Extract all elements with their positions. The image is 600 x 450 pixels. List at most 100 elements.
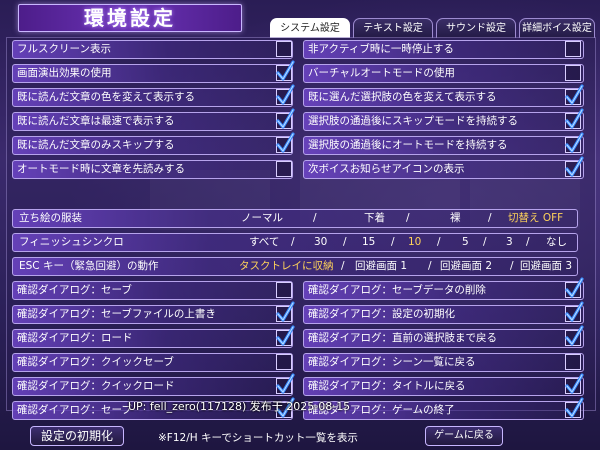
system-option-row[interactable]: フルスクリーン表示 [12,40,293,59]
confirm-option-label: 確認ダイアログ：ロード [17,332,133,344]
system-option-label: 非アクティブ時に一時停止する [308,43,454,55]
return-to-game-button[interactable]: ゲームに戻る [425,426,503,446]
system-option-checkbox[interactable] [276,60,295,81]
confirm-option-label: 確認ダイアログ：シーン一覧に戻る [308,356,476,368]
confirm-option-label: 確認ダイアログ：セーブ [17,284,132,296]
costume-option-nude[interactable]: 裸 [450,210,461,227]
watermark-text: UP: fell_zero(117128) 发布于 2025-08-15 [128,400,351,413]
system-option-row[interactable]: 選択肢の通過後にオートモードを持続する [303,136,584,155]
confirm-option-checkbox[interactable] [565,325,584,346]
confirm-option-row[interactable]: 確認ダイアログ：直前の選択肢まで戻る [303,329,584,348]
system-option-checkbox[interactable] [565,132,584,153]
confirm-option-checkbox[interactable] [276,301,295,322]
system-option-row[interactable]: バーチャルオートモードの使用 [303,64,584,83]
system-option-label: 既に読んだ文章のみスキップする [17,139,175,151]
sync-option-5[interactable]: 5 [462,234,469,251]
confirm-option-checkbox[interactable] [565,354,581,370]
separator: / [526,236,530,248]
system-option-checkbox[interactable] [565,156,584,177]
system-option-row[interactable]: 既に読んだ文章の色を変えて表示する [12,88,293,107]
system-option-label: 選択肢の通過後にスキップモードを持続する [308,115,518,127]
system-option-row[interactable]: 非アクティブ時に一時停止する [303,40,584,59]
confirm-option-row[interactable]: 確認ダイアログ：セーブファイルの上書き [12,305,293,324]
confirm-option-row[interactable]: 確認ダイアログ：シーン一覧に戻る [303,353,584,372]
costume-label: 立ち絵の服装 [19,212,82,224]
esc-option-screen-1[interactable]: 回避画面 1 [355,258,407,275]
confirm-option-label: 確認ダイアログ：直前の選択肢まで戻る [308,332,497,344]
system-option-label: 次ボイスお知らせアイコンの表示 [308,163,465,175]
costume-option-off[interactable]: 切替え OFF [508,210,563,227]
confirm-option-checkbox[interactable] [565,277,584,298]
costume-option-normal[interactable]: ノーマル [241,210,283,227]
finish-sync-label: フィニッシュシンクロ [19,236,124,248]
page-title: 環境設定 [84,6,176,30]
confirm-option-label: 確認ダイアログ：セーブ [17,404,132,416]
confirm-option-row[interactable]: 確認ダイアログ：クイックセーブ [12,353,293,372]
separator: / [428,260,432,272]
confirm-option-label: 確認ダイアログ：クイックセーブ [17,356,174,368]
tab-voice[interactable]: 詳細ボイス設定 [519,18,595,38]
confirm-option-checkbox[interactable] [565,301,584,322]
esc-option-tray[interactable]: タスクトレイに収納 [239,258,334,275]
tab-sound[interactable]: サウンド設定 [436,18,516,38]
separator: / [313,212,317,224]
confirm-option-row[interactable]: 確認ダイアログ：セーブデータの削除 [303,281,584,300]
system-option-row[interactable]: 既に選んだ選択肢の色を変えて表示する [303,88,584,107]
system-option-row[interactable]: 既に読んだ文章は最速で表示する [12,112,293,131]
separator: / [291,236,295,248]
sync-option-30[interactable]: 30 [314,234,327,251]
confirm-option-checkbox[interactable] [276,282,292,298]
esc-row: ESC キー（緊急回避）の動作 タスクトレイに収納 / 回避画面 1 / 回避画… [12,257,578,276]
system-option-label: 既に読んだ文章は最速で表示する [17,115,175,127]
separator: / [483,236,487,248]
system-option-checkbox[interactable] [565,108,584,129]
system-option-checkbox[interactable] [565,65,581,81]
esc-label: ESC キー（緊急回避）の動作 [19,260,159,272]
separator: / [510,260,514,272]
sync-option-none[interactable]: なし [546,234,567,251]
confirm-option-row[interactable]: 確認ダイアログ：セーブ [12,281,293,300]
system-option-label: 既に読んだ文章の色を変えて表示する [17,91,195,103]
system-option-row[interactable]: 既に読んだ文章のみスキップする [12,136,293,155]
system-option-checkbox[interactable] [276,41,292,57]
confirm-option-row[interactable]: 確認ダイアログ：タイトルに戻る [303,377,584,396]
esc-option-screen-2[interactable]: 回避画面 2 [440,258,492,275]
costume-option-underwear[interactable]: 下着 [364,210,385,227]
system-option-checkbox[interactable] [276,84,295,105]
confirm-option-checkbox[interactable] [276,325,295,346]
separator: / [488,212,492,224]
sync-option-all[interactable]: すべて [249,234,279,251]
confirm-option-label: 確認ダイアログ：タイトルに戻る [308,380,466,392]
system-option-checkbox[interactable] [565,41,581,57]
sync-option-10[interactable]: 10 [408,234,421,251]
confirm-option-row[interactable]: 確認ダイアログ：クイックロード [12,377,293,396]
separator: / [437,236,441,248]
system-option-row[interactable]: 次ボイスお知らせアイコンの表示 [303,160,584,179]
reset-settings-button[interactable]: 設定の初期化 [30,426,124,446]
esc-option-screen-3[interactable]: 回避画面 3 [520,258,572,275]
system-option-checkbox[interactable] [276,132,295,153]
system-option-row[interactable]: 画面演出効果の使用 [12,64,293,83]
tab-system[interactable]: システム設定 [270,18,350,38]
system-option-checkbox[interactable] [565,84,584,105]
tab-text[interactable]: テキスト設定 [353,18,433,38]
system-option-row[interactable]: 選択肢の通過後にスキップモードを持続する [303,112,584,131]
confirm-option-row[interactable]: 確認ダイアログ：設定の初期化 [303,305,584,324]
separator: / [406,212,410,224]
sync-option-15[interactable]: 15 [362,234,375,251]
confirm-option-label: 確認ダイアログ：設定の初期化 [308,308,455,320]
confirm-option-checkbox[interactable] [276,373,295,394]
confirm-option-checkbox[interactable] [276,354,292,370]
settings-screen: 環境設定 システム設定 テキスト設定 サウンド設定 詳細ボイス設定 フルスクリー… [0,0,600,450]
confirm-option-label: 確認ダイアログ：セーブデータの削除 [308,284,486,296]
system-option-checkbox[interactable] [276,108,295,129]
confirm-option-row[interactable]: 確認ダイアログ：ロード [12,329,293,348]
confirm-option-checkbox[interactable] [565,397,584,418]
system-option-row[interactable]: オートモード時に文章を先読みする [12,160,293,179]
confirm-option-checkbox[interactable] [565,373,584,394]
costume-row: 立ち絵の服装 ノーマル / 下着 / 裸 / 切替え OFF [12,209,578,228]
system-option-checkbox[interactable] [276,161,292,177]
confirm-option-label: 確認ダイアログ：セーブファイルの上書き [17,308,216,320]
sync-option-3[interactable]: 3 [506,234,513,251]
system-option-label: 既に選んだ選択肢の色を変えて表示する [308,91,497,103]
